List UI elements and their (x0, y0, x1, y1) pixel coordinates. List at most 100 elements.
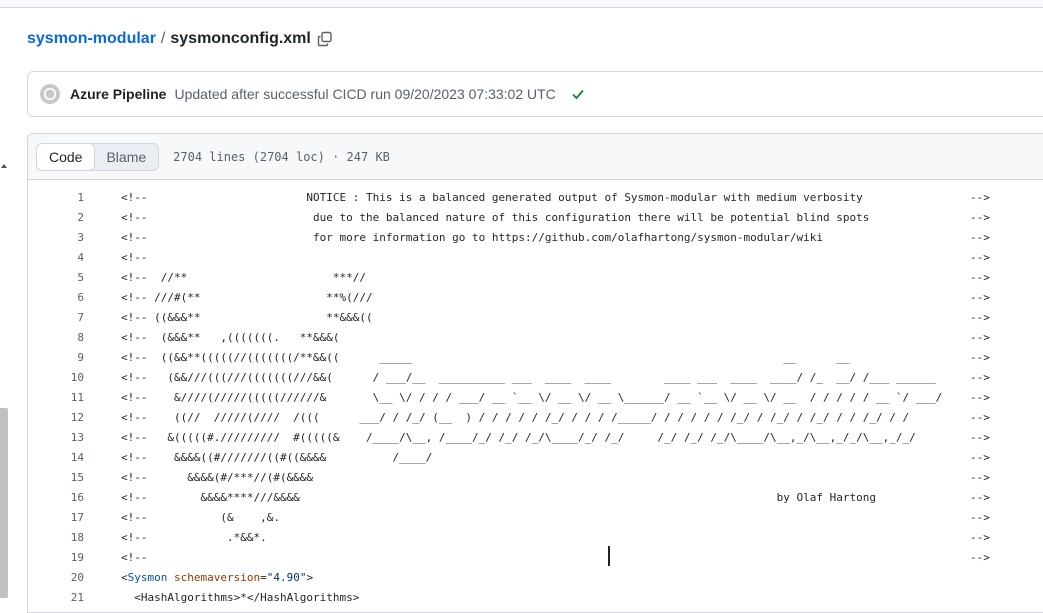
code-line[interactable]: 11 <!-- &////(/////(((((//////& \__ \/ / … (28, 388, 1043, 408)
comment-close: --> (970, 291, 990, 304)
line-number[interactable]: 19 (28, 548, 84, 568)
code-line[interactable]: 3 <!-- for more information go to https:/… (28, 228, 1043, 248)
avatar[interactable] (40, 84, 60, 104)
comment-close: --> (970, 211, 990, 224)
code-line[interactable]: 17 <!-- (& ,&. --> (28, 508, 1043, 528)
scrollbar-thumb[interactable] (0, 408, 8, 598)
syntax-eq: = (260, 571, 267, 584)
breadcrumb: sysmon-modular / sysmonconfig.xml (27, 28, 333, 50)
text-cursor (608, 546, 610, 566)
code-line[interactable]: 20 <Sysmon schemaversion="4.90"> (28, 568, 1043, 588)
line-text: <!-- (121, 251, 148, 264)
line-text: <!-- ((// /////(//// /((( ___/ / /_/ (__… (121, 411, 910, 424)
comment-close: --> (970, 531, 990, 544)
line-number[interactable]: 15 (28, 468, 84, 488)
line-number[interactable]: 10 (28, 368, 84, 388)
file-info: 2704 lines (2704 loc) · 247 KB (173, 149, 390, 164)
comment-close: --> (970, 471, 990, 484)
line-text: <!-- (121, 551, 148, 564)
code-line[interactable]: 16 <!-- &&&&****///&&&& by Olaf Hartong --… (28, 488, 1043, 508)
code-line[interactable]: 10 <!-- (&&///(((///(((((((///&&( / ___/_… (28, 368, 1043, 388)
left-scrollbar[interactable] (0, 150, 8, 598)
view-mode-toggle: Code Blame (36, 142, 160, 171)
file-name: sysmonconfig.xml (170, 30, 311, 47)
syntax-attr: schemaversion (167, 571, 261, 584)
code-line[interactable]: 14 <!-- &&&&((#///////((#((&&&& /____/ --> (28, 448, 1043, 468)
line-text: <!-- .*&&*. (121, 531, 267, 544)
line-text: <!-- &&&&****///&&&& by Olaf Hartong (121, 491, 876, 504)
line-number[interactable]: 17 (28, 508, 84, 528)
code-line[interactable]: 9 <!-- ((&&**(((((//(((((((/**&&(( _____ … (28, 348, 1043, 368)
code-line[interactable]: 19 <!-- --> (28, 548, 1043, 568)
code-line[interactable]: 12 <!-- ((// /////(//// /((( ___/ / /_/ (… (28, 408, 1043, 428)
line-text: <!-- (&&&** ,(((((((. **&&&( (121, 331, 340, 344)
comment-close: --> (970, 431, 990, 444)
latest-commit-bar: Azure Pipeline Updated after successful … (27, 71, 1043, 117)
line-number[interactable]: 7 (28, 308, 84, 328)
file-header: Code Blame 2704 lines (2704 loc) · 247 K… (28, 134, 1043, 180)
line-number[interactable]: 2 (28, 208, 84, 228)
line-number[interactable]: 11 (28, 388, 84, 408)
syntax-tag: Sysmon (127, 571, 168, 584)
line-number[interactable]: 5 (28, 268, 84, 288)
comment-close: --> (970, 271, 990, 284)
code-line[interactable]: 5 <!-- //** ***// --> (28, 268, 1043, 288)
line-number[interactable]: 14 (28, 448, 84, 468)
comment-close: --> (970, 511, 990, 524)
code-line[interactable]: 6 <!-- ///#(** **%(/// --> (28, 288, 1043, 308)
line-number[interactable]: 4 (28, 248, 84, 268)
comment-close: --> (970, 351, 990, 364)
code-line[interactable]: 1 <!-- NOTICE : This is a balanced genera… (28, 188, 1043, 208)
comment-close: --> (970, 491, 990, 504)
line-number[interactable]: 6 (28, 288, 84, 308)
code-line[interactable]: 2 <!-- due to the balanced nature of this… (28, 208, 1043, 228)
breadcrumb-separator: / (160, 30, 166, 47)
code-line[interactable]: 21 <HashAlgorithms>*</HashAlgorithms> (28, 588, 1043, 608)
line-number[interactable]: 20 (28, 568, 84, 588)
code-view[interactable]: 1 <!-- NOTICE : This is a balanced genera… (28, 180, 1043, 608)
line-number[interactable]: 12 (28, 408, 84, 428)
comment-close: --> (970, 231, 990, 244)
line-text: <!-- &&&&(#/***//(#(&&&& (121, 471, 314, 484)
scroll-up-arrow-icon[interactable] (1, 164, 7, 168)
code-line[interactable]: 13 <!-- &(((((#.///////// #(((((& /____/\… (28, 428, 1043, 448)
line-number[interactable]: 18 (28, 528, 84, 548)
comment-close: --> (970, 311, 990, 324)
commit-author[interactable]: Azure Pipeline (70, 86, 166, 102)
code-line[interactable]: 18 <!-- .*&&*. --> (28, 528, 1043, 548)
code-line[interactable]: 15 <!-- &&&&(#/***//(#(&&&& --> (28, 468, 1043, 488)
line-text: <!-- for more information go to https://… (121, 231, 823, 244)
syntax-open: < (121, 571, 128, 584)
line-text: <!-- ///#(** **%(/// (121, 291, 373, 304)
line-text: <!-- NOTICE : This is a balanced generat… (121, 191, 863, 204)
syntax-close: > (306, 571, 314, 584)
line-number[interactable]: 1 (28, 188, 84, 208)
line-number[interactable]: 21 (28, 588, 84, 608)
line-text: <!-- (&&///(((///(((((((///&&( / ___/__ … (121, 371, 936, 384)
comment-close: --> (970, 191, 990, 204)
copy-path-icon[interactable] (317, 31, 333, 47)
line-text: <!-- &////(/////(((((//////& \__ \/ / / … (121, 391, 943, 404)
line-text: <!-- &&&&((#///////((#((&&&& /____/ (121, 451, 433, 464)
line-text: <Sysmon schemaversion="4.90"> (121, 568, 313, 588)
line-text: <!-- //** ***// (121, 271, 367, 284)
line-text: <!-- due to the balanced nature of this … (121, 211, 870, 224)
comment-close: --> (970, 371, 990, 384)
tab-code[interactable]: Code (36, 142, 96, 171)
line-number[interactable]: 9 (28, 348, 84, 368)
code-line[interactable]: 7 <!-- ((&&&** **&&&((--> (28, 308, 1043, 328)
code-line[interactable]: 8 <!-- (&&&** ,(((((((. **&&&( --> (28, 328, 1043, 348)
repo-link[interactable]: sysmon-modular (27, 30, 156, 48)
commit-message[interactable]: Updated after successful CICD run 09/20/… (174, 86, 555, 102)
line-number[interactable]: 16 (28, 488, 84, 508)
line-number[interactable]: 8 (28, 328, 84, 348)
code-line[interactable]: 4 <!-- --> (28, 248, 1043, 268)
tab-blame[interactable]: Blame (94, 144, 158, 170)
line-number[interactable]: 13 (28, 428, 84, 448)
check-icon[interactable] (570, 86, 586, 102)
comment-close: --> (970, 331, 990, 344)
line-text: <!-- &(((((#.///////// #(((((& /____/\__… (121, 431, 916, 444)
comment-close: --> (970, 411, 990, 424)
file-viewer: Code Blame 2704 lines (2704 loc) · 247 K… (27, 133, 1043, 613)
line-number[interactable]: 3 (28, 228, 84, 248)
